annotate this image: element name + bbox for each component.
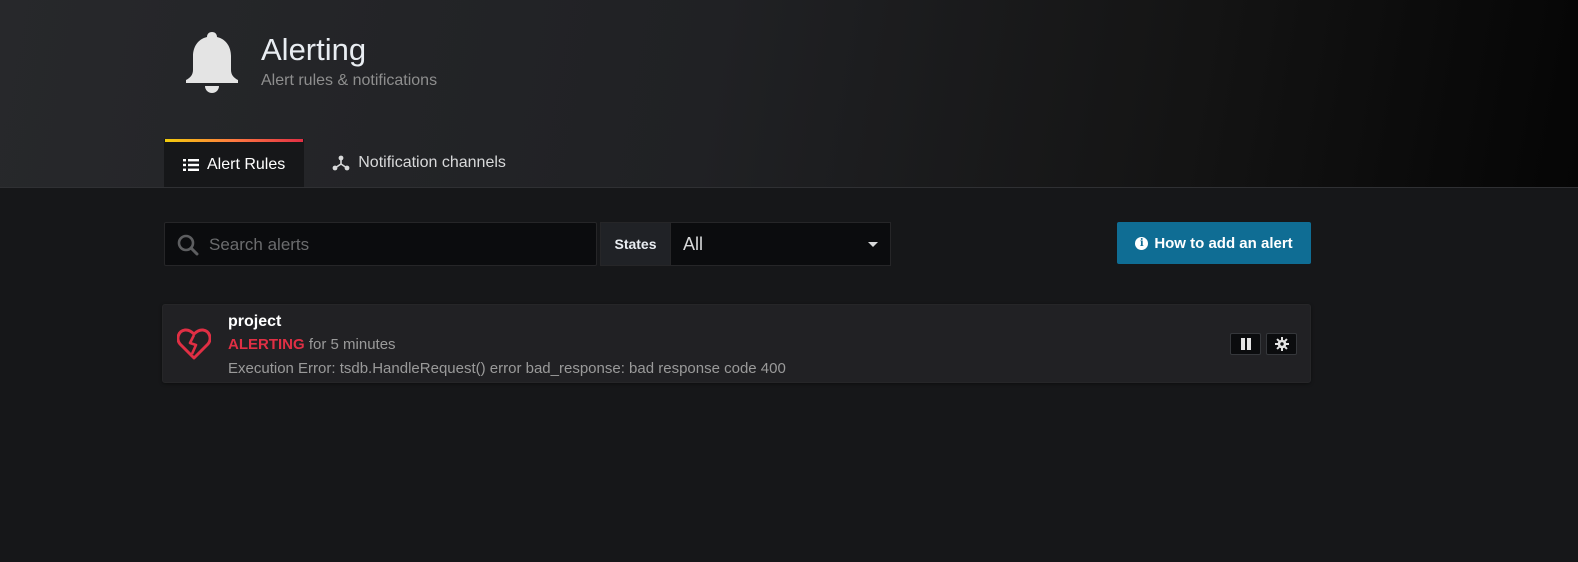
page-subtitle: Alert rules & notifications — [261, 72, 438, 89]
list-icon — [183, 158, 199, 171]
edit-alert-button[interactable] — [1266, 333, 1297, 355]
search-input[interactable] — [207, 223, 591, 267]
states-dropdown[interactable]: All — [670, 222, 891, 266]
tab-notification-channels[interactable]: Notification channels — [304, 139, 524, 186]
broken-heart-icon — [177, 328, 211, 360]
alert-state-line: ALERTING for 5 minutes — [228, 336, 396, 353]
info-icon: i — [1135, 236, 1149, 250]
gear-icon — [1274, 337, 1289, 351]
search-icon — [177, 234, 199, 256]
alert-state-badge: ALERTING — [228, 336, 305, 353]
tab-label: Notification channels — [358, 153, 506, 171]
tab-alert-rules[interactable]: Alert Rules — [164, 139, 305, 187]
toolbar: States All i How to add an alert — [164, 222, 1311, 267]
alert-rule-item[interactable]: project ALERTING for 5 minutes Execution… — [162, 304, 1311, 383]
alert-rule-name[interactable]: project — [228, 313, 281, 331]
alert-info-text: Execution Error: tsdb.HandleRequest() er… — [228, 360, 786, 377]
pause-icon — [1240, 338, 1251, 350]
help-button-label: How to add an alert — [1154, 234, 1293, 252]
bell-icon — [186, 32, 238, 93]
search-box — [164, 222, 597, 267]
page-header: Alerting Alert rules & notifications Ale… — [0, 0, 1578, 188]
page-title: Alerting — [261, 32, 367, 67]
states-selected-value: All — [683, 233, 704, 254]
pause-button[interactable] — [1230, 333, 1261, 355]
tab-bar: Alert Rules Notification channels — [164, 139, 524, 187]
tab-label: Alert Rules — [207, 155, 286, 173]
states-label: States — [600, 222, 670, 266]
share-nodes-icon — [332, 155, 350, 170]
caret-down-icon — [868, 242, 878, 247]
alert-state-duration: for 5 minutes — [308, 336, 396, 353]
how-to-add-alert-button[interactable]: i How to add an alert — [1117, 222, 1311, 264]
